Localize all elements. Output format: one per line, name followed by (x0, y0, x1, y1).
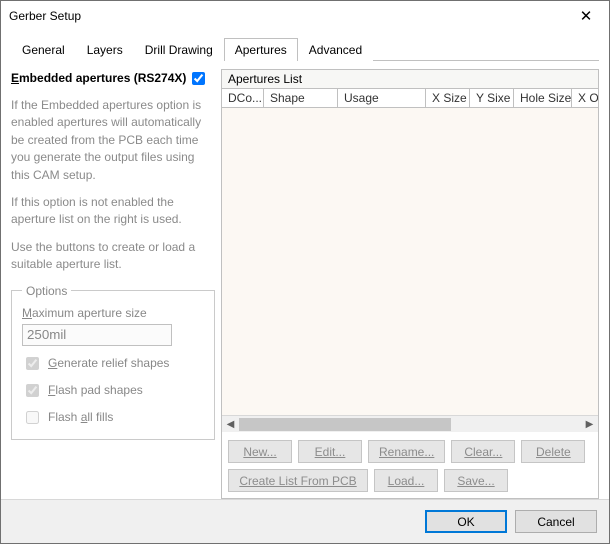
tab-apertures[interactable]: Apertures (224, 38, 298, 61)
scroll-track[interactable] (239, 416, 581, 432)
rename-button: Rename... (368, 440, 445, 463)
cancel-button[interactable]: Cancel (515, 510, 597, 533)
scroll-right-button[interactable]: ▶ (581, 416, 598, 432)
edit-button: Edit... (298, 440, 362, 463)
apertures-list-panel: Apertures List DCo... Shape Usage X Size… (221, 69, 599, 499)
max-aperture-input (22, 324, 172, 346)
tab-drill-drawing[interactable]: Drill Drawing (134, 38, 224, 61)
tab-layers[interactable]: Layers (76, 38, 134, 61)
col-usage[interactable]: Usage (338, 89, 426, 107)
tabstrip: General Layers Drill Drawing Apertures A… (11, 37, 599, 61)
gerber-setup-dialog: Gerber Setup ✕ General Layers Drill Draw… (0, 0, 610, 544)
delete-button: Delete (521, 440, 585, 463)
col-ysixe[interactable]: Y Sixe (470, 89, 514, 107)
flash-pad-label: Flash pad shapes (48, 383, 143, 397)
close-button[interactable]: ✕ (563, 1, 609, 31)
create-list-button: Create List From PCB (228, 469, 368, 492)
generate-relief-checkbox (26, 357, 39, 370)
help-text-1: If the Embedded apertures option is enab… (11, 97, 215, 184)
clear-button: Clear... (451, 440, 515, 463)
horizontal-scrollbar[interactable]: ◀ ▶ (222, 415, 598, 432)
embedded-apertures-checkbox[interactable] (192, 72, 205, 85)
help-text-2: If this option is not enabled the apertu… (11, 194, 215, 229)
tab-advanced[interactable]: Advanced (298, 38, 373, 61)
apertures-list-title: Apertures List (222, 70, 598, 89)
options-group: Options Maximum aperture size Generate r… (11, 284, 215, 440)
grid-body (222, 108, 598, 415)
max-aperture-label: Maximum aperture size (22, 306, 204, 320)
flash-all-fills-label: Flash all fills (48, 410, 113, 424)
col-xsize[interactable]: X Size (426, 89, 470, 107)
load-button: Load... (374, 469, 438, 492)
scroll-left-button[interactable]: ◀ (222, 416, 239, 432)
generate-relief-label: Generate relief shapes (48, 356, 169, 370)
tab-general[interactable]: General (11, 38, 76, 61)
col-xo[interactable]: X O (572, 89, 598, 107)
col-holesize[interactable]: Hole Size (514, 89, 572, 107)
scroll-thumb[interactable] (239, 418, 451, 431)
ok-button[interactable]: OK (425, 510, 507, 533)
chevron-right-icon: ▶ (586, 419, 594, 430)
grid-header: DCo... Shape Usage X Size Y Sixe Hole Si… (222, 89, 598, 108)
flash-pad-checkbox (26, 384, 39, 397)
dialog-footer: OK Cancel (1, 499, 609, 543)
save-button: Save... (444, 469, 508, 492)
embedded-apertures-label: Embedded apertures (RS274X) (11, 71, 186, 85)
new-button: New... (228, 440, 292, 463)
help-text-3: Use the buttons to create or load a suit… (11, 239, 215, 274)
close-icon: ✕ (580, 7, 593, 25)
window-title: Gerber Setup (9, 9, 81, 23)
options-legend: Options (22, 284, 71, 298)
titlebar: Gerber Setup ✕ (1, 1, 609, 31)
col-shape[interactable]: Shape (264, 89, 338, 107)
col-dcode[interactable]: DCo... (222, 89, 264, 107)
flash-all-fills-checkbox (26, 411, 39, 424)
chevron-left-icon: ◀ (227, 419, 235, 430)
